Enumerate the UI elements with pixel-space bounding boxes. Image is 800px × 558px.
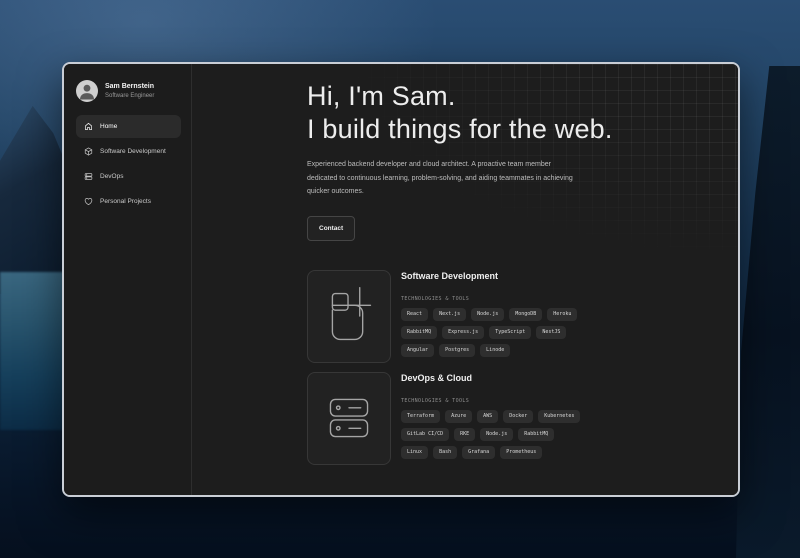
tech-tag: MongoDB (509, 308, 542, 321)
tech-tag: NestJS (536, 326, 566, 339)
tag-list: Terraform Azure AWS Docker Kubernetes GitLab … (401, 410, 583, 459)
sidebar-item-label: DevOps (100, 173, 123, 181)
tech-tag: Angular (401, 344, 434, 357)
tools-label: TECHNOLOGIES & TOOLS (401, 296, 583, 302)
profile: Sam Bernstein Software Engineer (76, 80, 181, 102)
tech-tag: Node.js (471, 308, 504, 321)
tech-tag: Next.js (433, 308, 466, 321)
main-content: Hi, I'm Sam. I build things for the web.… (192, 64, 738, 495)
sidebar-item-label: Home (100, 123, 117, 131)
tech-tag: Linux (401, 446, 428, 459)
cube-icon (84, 147, 93, 156)
tech-tag: Bash (433, 446, 457, 459)
sidebar-item-personal-projects[interactable]: Personal Projects (76, 190, 181, 213)
heart-icon (84, 197, 93, 206)
tools-label: TECHNOLOGIES & TOOLS (401, 398, 583, 404)
tech-tag: GitLab CI/CD (401, 428, 449, 441)
section-title: DevOps & Cloud (401, 373, 583, 384)
profile-role: Software Engineer (105, 92, 154, 100)
desktop: Sam Bernstein Software Engineer Home Sof… (0, 0, 800, 558)
sidebar-item-label: Personal Projects (100, 198, 151, 206)
tech-tag: Heroku (547, 308, 577, 321)
tech-tag: Prometheus (500, 446, 542, 459)
tech-tag: Docker (503, 410, 533, 423)
tech-tag: RKE (454, 428, 475, 441)
tech-tag: React (401, 308, 428, 321)
hero-heading-line2: I build things for the web. (307, 113, 738, 146)
sidebar-nav: Home Software Development DevOps Persona… (76, 115, 181, 213)
sidebar-item-label: Software Development (100, 148, 166, 156)
server-icon (84, 172, 93, 181)
tag-list: React Next.js Node.js MongoDB Heroku RabbitMQ… (401, 308, 583, 357)
sections: Software Development TECHNOLOGIES & TOOL… (307, 270, 738, 465)
tech-tag: TypeScript (489, 326, 531, 339)
intro-paragraph: Experienced backend developer and cloud … (307, 158, 579, 199)
tech-tag: Terraform (401, 410, 440, 423)
tech-tag: RabbitMQ (518, 428, 554, 441)
tech-tag: Azure (445, 410, 472, 423)
tech-tag: Postgres (439, 344, 475, 357)
home-icon (84, 122, 93, 131)
hero: Hi, I'm Sam. I build things for the web. (307, 80, 738, 146)
code-block-illustration (307, 270, 391, 363)
sidebar-item-software-development[interactable]: Software Development (76, 140, 181, 163)
server-rack-illustration (307, 372, 391, 465)
tech-tag: RabbitMQ (401, 326, 437, 339)
hero-heading-line1: Hi, I'm Sam. (307, 80, 738, 113)
tech-tag: Kubernetes (538, 410, 580, 423)
wallpaper-cliff (736, 66, 800, 558)
tech-tag: Express.js (442, 326, 484, 339)
tech-tag: AWS (477, 410, 498, 423)
sidebar: Sam Bernstein Software Engineer Home Sof… (64, 64, 192, 495)
section-card: DevOps & Cloud TECHNOLOGIES & TOOLS Terr… (307, 372, 738, 465)
tech-tag: Grafana (462, 446, 495, 459)
section-title: Software Development (401, 271, 583, 282)
sidebar-item-devops[interactable]: DevOps (76, 165, 181, 188)
tech-tag: Node.js (480, 428, 513, 441)
section-card: Software Development TECHNOLOGIES & TOOL… (307, 270, 738, 363)
sidebar-item-home[interactable]: Home (76, 115, 181, 138)
person-avatar-icon (76, 80, 98, 102)
tech-tag: Linode (480, 344, 510, 357)
contact-button[interactable]: Contact (307, 216, 355, 241)
profile-name: Sam Bernstein (105, 82, 154, 91)
browser-window: Sam Bernstein Software Engineer Home Sof… (62, 62, 740, 497)
